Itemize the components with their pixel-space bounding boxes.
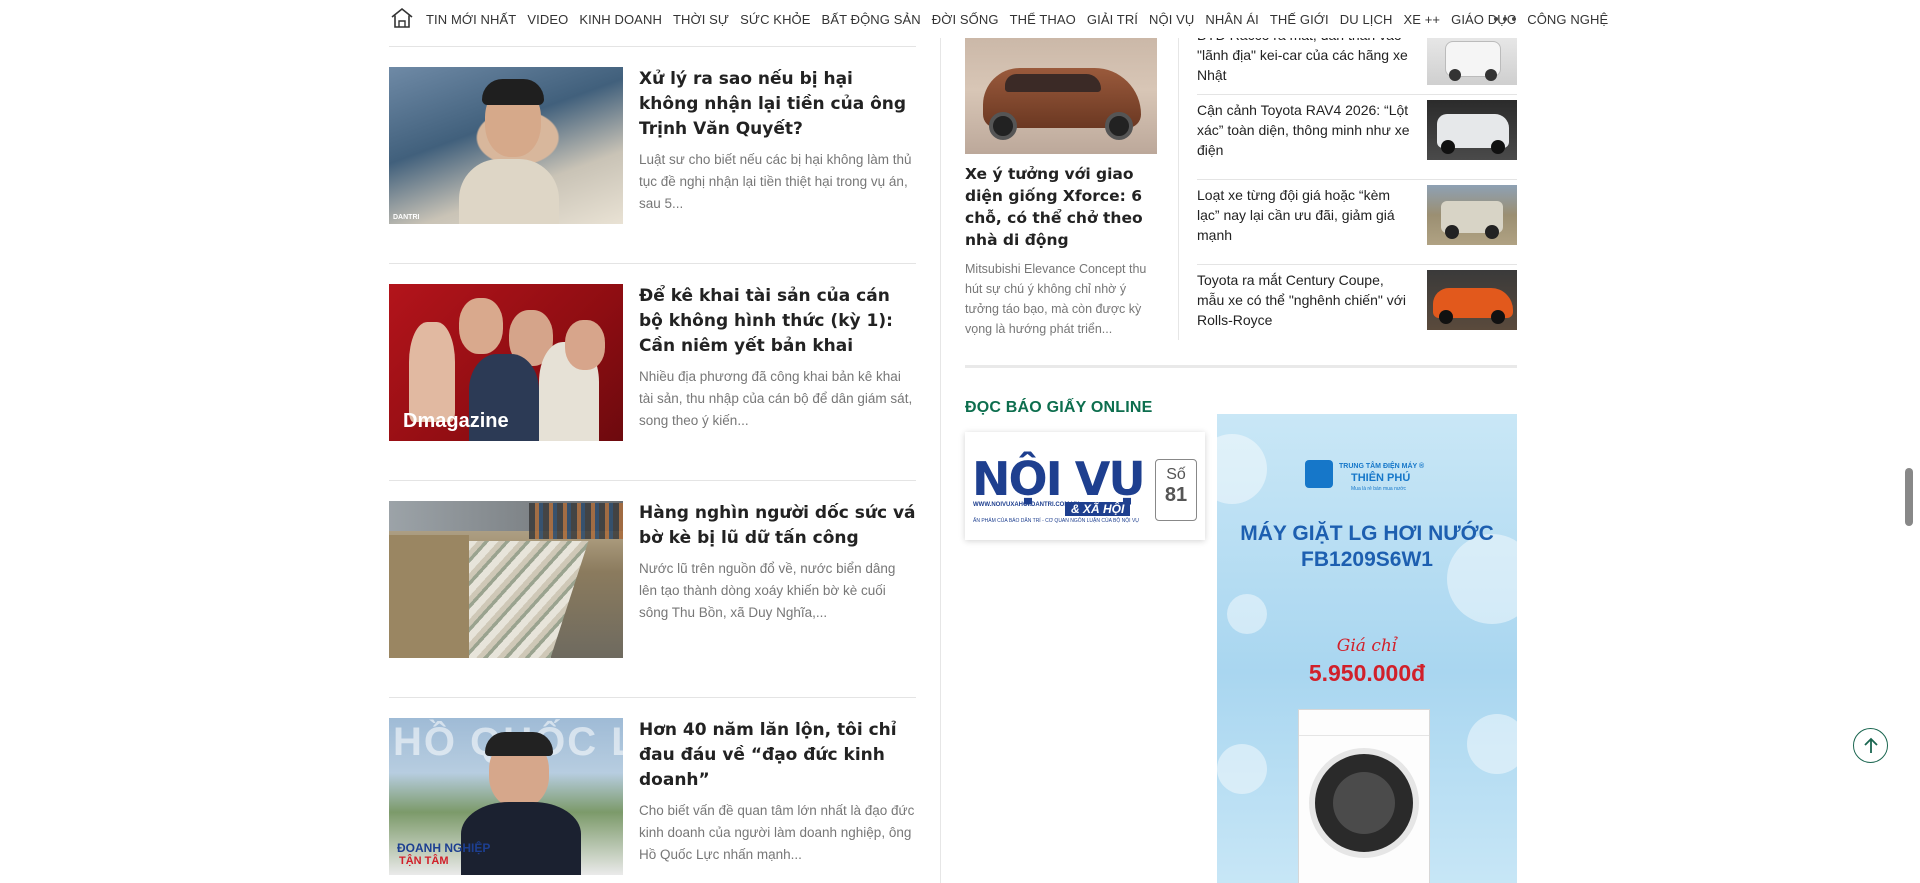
list-item[interactable]: Cận cảnh Toyota RAV4 2026: “Lột xác” toà… <box>1197 95 1517 180</box>
nav-item[interactable]: THỜI SỰ <box>673 12 729 27</box>
nav-item[interactable]: GIẢI TRÍ <box>1087 12 1138 27</box>
article-thumbnail[interactable]: Dmagazine <box>389 284 623 441</box>
nav-item[interactable]: BẤT ĐỘNG SẢN <box>822 12 921 27</box>
scrollbar-thumb[interactable] <box>1905 468 1913 526</box>
section-divider <box>965 365 1517 368</box>
issue-label: Số <box>1166 466 1186 483</box>
article-item[interactable]: HỒ QUỐC LỰC ĐOANH NGHIỆP TẬN TÂM Hơn 40 … <box>389 718 916 878</box>
brand-name: THIÊN PHÚ <box>1351 472 1411 484</box>
article-title[interactable]: Hàng nghìn người dốc sức vá bờ kè bị lũ … <box>639 501 916 551</box>
newspaper-logo: NỘI VỤ <box>972 452 1146 506</box>
ad-model: FB1209S6W1 <box>1301 548 1433 571</box>
washing-machine-image <box>1298 709 1430 883</box>
related-list: BYD Racco ra mắt, dấn thân vào "lãnh địa… <box>1197 25 1517 350</box>
image-badge: Dmagazine <box>403 410 509 432</box>
newspaper-tagline: ẤN PHẨM CỦA BÁO DÂN TRÍ - CƠ QUAN NGÔN L… <box>973 518 1139 524</box>
divider <box>1178 38 1179 340</box>
list-item-title[interactable]: Cận cảnh Toyota RAV4 2026: “Lột xác” toà… <box>1197 100 1412 179</box>
nav-item[interactable]: THẾ GIỚI <box>1270 12 1329 27</box>
list-item-thumbnail[interactable] <box>1427 33 1517 85</box>
ad-price: 5.950.000đ <box>1308 660 1426 686</box>
article-item[interactable]: Dmagazine Để kê khai tài sản của cán bộ … <box>389 284 916 481</box>
featured-summary: Mitsubishi Elevance Concept thu hút sự c… <box>965 262 1147 336</box>
list-item[interactable]: Loạt xe từng đội giá hoặc “kèm lạc” nay … <box>1197 180 1517 265</box>
list-item-thumbnail[interactable] <box>1427 100 1517 160</box>
section-title: ĐỌC BÁO GIẤY ONLINE <box>965 399 1153 416</box>
list-item-title[interactable]: Toyota ra mắt Century Coupe, mẫu xe có t… <box>1197 270 1412 350</box>
back-to-top-button[interactable] <box>1853 728 1888 763</box>
article-thumbnail[interactable]: HỒ QUỐC LỰC ĐOANH NGHIỆP TẬN TÂM <box>389 718 623 875</box>
article-thumbnail[interactable]: DANTRI <box>389 67 623 224</box>
nav-item[interactable]: NỘI VỤ <box>1149 12 1194 27</box>
list-item[interactable]: Toyota ra mắt Century Coupe, mẫu xe có t… <box>1197 265 1517 350</box>
article-list: DANTRI Xử lý ra sao nếu bị hại không nhậ… <box>389 46 916 883</box>
article-title[interactable]: Để kê khai tài sản của cán bộ không hình… <box>639 284 916 359</box>
nav-item[interactable]: SỨC KHỎE <box>740 12 810 27</box>
advertisement-banner[interactable]: TRUNG TÂM ĐIỆN MÁY ® THIÊN PHÚ Mua là rẻ… <box>1217 414 1517 883</box>
arrow-up-icon <box>1863 737 1878 753</box>
article-summary: Cho biết vấn đề quan tâm lớn nhất là đạo… <box>639 803 915 862</box>
image-badge: DANTRI <box>393 214 420 221</box>
column-divider <box>940 38 941 883</box>
nav-item[interactable]: VIDEO <box>527 12 568 27</box>
list-item-title[interactable]: Loạt xe từng đội giá hoặc “kèm lạc” nay … <box>1197 185 1412 264</box>
issue-number-box: Số 81 <box>1155 459 1197 521</box>
nav-item[interactable]: KINH DOANH <box>579 12 662 27</box>
top-navigation: TIN MỚI NHẤT VIDEO KINH DOANH THỜI SỰ SỨC KH… <box>0 0 1920 38</box>
featured-thumbnail[interactable] <box>965 38 1157 154</box>
featured-article[interactable]: Xe ý tưởng với giao diện giống Xforce: 6… <box>965 38 1157 339</box>
ad-headline: MÁY GIẶT LG HƠI NƯỚC <box>1240 522 1494 545</box>
nav-menu: TIN MỚI NHẤT VIDEO KINH DOANH THỜI SỰ SỨC KH… <box>426 0 1619 38</box>
brand-line: TRUNG TÂM ĐIỆN MÁY ® <box>1339 463 1425 470</box>
article-item[interactable]: DANTRI Xử lý ra sao nếu bị hại không nhậ… <box>389 67 916 264</box>
nav-item[interactable]: NHÂN ÁI <box>1205 12 1258 27</box>
list-item-thumbnail[interactable] <box>1427 270 1517 330</box>
newspaper-url: WWW.NOIVUXAHOI.DANTRI.COM.VN <box>973 502 1080 508</box>
newspaper-card[interactable]: NỘI VỤ WWW.NOIVUXAHOI.DANTRI.COM.VN & XÃ… <box>965 432 1205 540</box>
article-summary: Nhiều địa phương đã công khai bản kê kha… <box>639 369 913 428</box>
article-title[interactable]: Xử lý ra sao nếu bị hại không nhận lại t… <box>639 67 916 142</box>
featured-title[interactable]: Xe ý tưởng với giao diện giống Xforce: 6… <box>965 163 1157 251</box>
nav-item[interactable]: CÔNG NGHỆ <box>1527 12 1608 27</box>
home-icon[interactable] <box>390 7 414 29</box>
divider <box>389 46 916 47</box>
article-item[interactable]: Hàng nghìn người dốc sức vá bờ kè bị lũ … <box>389 501 916 698</box>
brand-logo-icon <box>1305 460 1333 488</box>
article-summary: Luật sư cho biết nếu các bị hại không là… <box>639 152 912 211</box>
article-thumbnail[interactable] <box>389 501 623 658</box>
issue-number: 81 <box>1164 484 1188 506</box>
brand-slogan: Mua là rẻ bán mua nước <box>1351 486 1406 492</box>
nav-item[interactable]: THỂ THAO <box>1010 12 1076 27</box>
list-item-thumbnail[interactable] <box>1427 185 1517 245</box>
article-summary: Nước lũ trên nguồn đổ về, nước biển dâng… <box>639 561 896 620</box>
more-menu-icon[interactable] <box>1494 10 1516 28</box>
ad-price-label: Giá chỉ <box>1336 636 1398 656</box>
nav-item[interactable]: DU LỊCH <box>1340 12 1393 27</box>
newspaper-sublogo: & XÃ HỘI <box>1065 502 1131 516</box>
nav-item[interactable]: XE ++ <box>1403 12 1440 27</box>
article-title[interactable]: Hơn 40 năm lăn lộn, tôi chỉ đau đáu về “… <box>639 718 916 793</box>
nav-item[interactable]: TIN MỚI NHẤT <box>426 12 516 27</box>
nav-item[interactable]: ĐỜI SỐNG <box>932 12 999 27</box>
